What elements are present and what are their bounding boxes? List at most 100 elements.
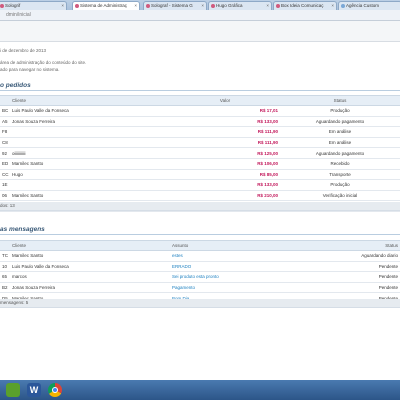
client-cell: Hugo [10,169,170,181]
table-row[interactable]: ED Marnilec Santto R$ 106,00 Recebido [0,158,400,170]
table-row[interactable]: 06 Marnilec Santto R$ 210,00 Verificação in… [0,190,400,202]
subject-link[interactable]: Sei produto esta pronto [170,271,300,283]
favicon-icon [75,4,79,8]
close-tab-icon[interactable]: × [266,2,269,10]
value-cell: R$ 111,90 [170,126,280,138]
client-cell: Luis Paulo Valle da Fonseca [10,105,170,117]
browser-tab[interactable]: Sologrif × [0,1,67,10]
client-cell: marcos [10,271,170,283]
close-tab-icon[interactable]: × [201,2,204,10]
subject-link[interactable]: ERRADO [170,261,300,273]
browser-tab[interactable]: Agência Custom [338,1,400,10]
url-text: dmin/inicial [6,12,31,18]
status-cell: Aguardando diario [300,250,400,262]
status-cell: Pendente [300,271,400,283]
table-row[interactable]: 1E R$ 133,00 Produção [0,179,400,191]
client-cell: Marnilec Santto [10,190,170,202]
order-id-cell: A5 [0,116,10,128]
favicon-icon [341,4,345,8]
status-cell: Verificação inicial [280,190,400,202]
close-tab-icon[interactable]: × [134,2,137,10]
col-header-client[interactable]: Cliente [10,95,170,106]
col-header-status[interactable]: Status [300,240,400,251]
subject-link[interactable]: Pagamento [170,282,300,294]
table-row[interactable]: F8 R$ 111,90 Em análise [0,126,400,138]
status-cell: Pendente [300,261,400,273]
message-id-cell: 65 [0,271,10,283]
client-cell: Marnilec Santto [10,158,170,170]
client-cell [10,137,170,149]
status-cell: Em análise [280,126,400,138]
table-row[interactable]: B2 Jonas Souza Ferreira Pagamento Pendente [0,282,400,294]
col-header-subject[interactable]: Assunto [170,240,300,251]
favicon-icon [276,4,280,8]
status-cell: Pendente [300,282,400,294]
value-cell: R$ 125,00 [170,147,280,159]
order-id-cell: BC [0,105,10,117]
table-row[interactable]: A5 Jonas Souza Ferreira R$ 133,00 Aguardand… [0,116,400,128]
table-row[interactable]: 10 Luis Paulo Valle da Fonseca ERRADO Pende… [0,261,400,273]
subject-link[interactable]: estes [170,250,300,262]
message-id-cell: 10 [0,261,10,273]
client-cell: oiiiiiiiiiii [10,147,170,159]
orders-table: Cliente Valor Status BC Luis Paulo Valle … [0,95,400,212]
table-row[interactable]: CC Hugo R$ 85,00 Transporte [0,169,400,181]
table-row[interactable]: 92 oiiiiiiiiiii R$ 125,00 Aguardando pagame… [0,147,400,159]
status-cell: Produção [280,179,400,191]
windows-taskbar: W [0,380,400,400]
favicon-icon [211,4,215,8]
value-cell: R$ 17,01 [170,105,280,117]
status-cell: Aguardando pagamento [280,147,400,159]
status-cell: Transporte [280,169,400,181]
order-id-cell: 92 [0,147,10,159]
col-header-id[interactable] [0,240,10,251]
welcome-line-2: ado para navegar no sistema. [0,67,60,72]
order-id-cell: F8 [0,126,10,138]
col-header-id[interactable] [0,95,10,106]
order-id-cell: CC [0,169,10,181]
browser-tab-active[interactable]: Sistema de Administraç × [72,1,140,10]
col-header-client[interactable]: Cliente [10,240,170,251]
client-cell: Jonas Souza Ferreira [10,116,170,128]
table-row[interactable]: 65 marcos Sei produto esta pronto Pendente [0,271,400,283]
orders-header-row: Cliente Valor Status [0,95,400,106]
client-cell [10,179,170,191]
status-cell: Produção [280,105,400,117]
table-row[interactable]: C8 R$ 111,90 Em análise [0,137,400,149]
start-button-icon[interactable] [6,383,20,397]
app-header [0,21,400,42]
table-row[interactable]: BC Luis Paulo Valle da Fonseca R$ 17,01 Pro… [0,105,400,117]
col-header-status[interactable]: Status [280,95,400,106]
browser-tab[interactable]: Hugo Gráfica × [208,1,272,10]
messages-table: Cliente Assunto Status TC Marnilec Santto… [0,240,400,304]
date-line: i de dezembro de 2013 [0,48,47,53]
value-cell: R$ 133,00 [170,116,280,128]
messages-section-title: as mensagens [0,226,400,235]
message-id-cell: B2 [0,282,10,294]
chrome-app-icon[interactable] [48,383,62,397]
client-cell [10,126,170,138]
value-cell: R$ 106,00 [170,158,280,170]
address-bar[interactable]: dmin/inicial [0,10,400,21]
table-row[interactable]: TC Marnilec Santto estes Aguardando diario [0,250,400,262]
order-id-cell: ED [0,158,10,170]
close-tab-icon[interactable]: × [331,2,334,10]
messages-total: mensagens: 5 [0,299,400,308]
favicon-icon [146,4,150,8]
client-cell: Marnilec Santto [10,250,170,262]
word-app-icon[interactable]: W [27,383,41,397]
section-divider [0,90,400,91]
browser-tab[interactable]: Solograf - Sistema G × [143,1,207,10]
col-header-value[interactable]: Valor [170,95,280,106]
browser-tab[interactable]: Box Ideia Comunicaç × [273,1,337,10]
orders-total: dos: 13 [0,202,400,211]
close-tab-icon[interactable]: × [61,2,64,10]
welcome-line-1: área de administração do conteúdo do sit… [0,60,87,65]
status-cell: Recebido [280,158,400,170]
value-cell: R$ 210,00 [170,190,280,202]
messages-header-row: Cliente Assunto Status [0,240,400,251]
order-id-cell: 1E [0,179,10,191]
client-cell: Luis Paulo Valle da Fonseca [10,261,170,273]
orders-section-title: o pedidos [0,82,400,91]
client-cell: Jonas Souza Ferreira [10,282,170,294]
